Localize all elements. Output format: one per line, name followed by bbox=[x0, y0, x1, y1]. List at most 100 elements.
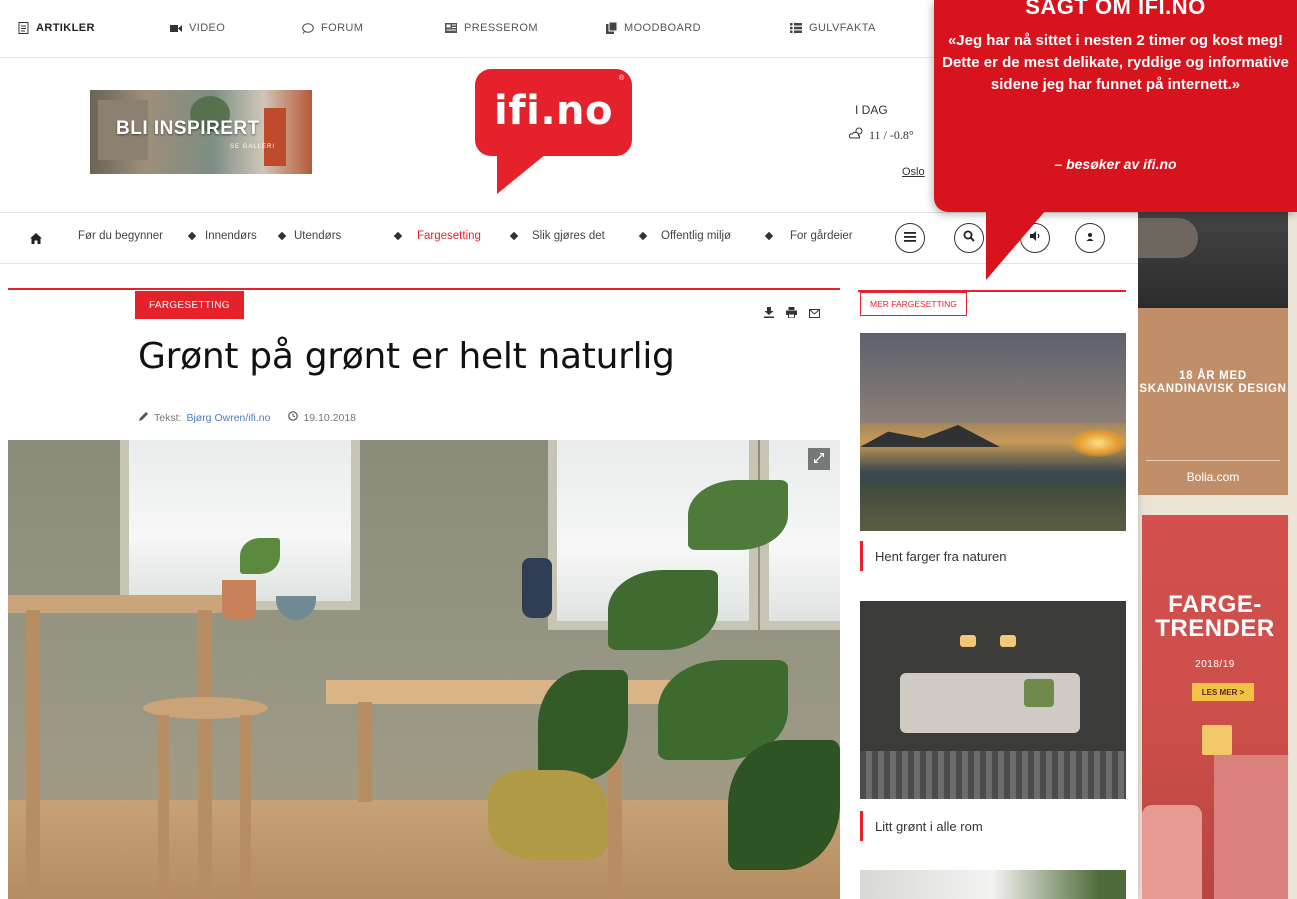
video-icon bbox=[170, 22, 182, 34]
site-logo[interactable]: ifi.no ® bbox=[475, 69, 632, 156]
sidebar-image-third[interactable] bbox=[860, 870, 1126, 899]
expand-button[interactable] bbox=[808, 448, 830, 470]
hero-bench-leg bbox=[358, 702, 372, 802]
sunset-shore bbox=[860, 483, 1126, 531]
search-icon bbox=[963, 229, 975, 247]
document-icon bbox=[17, 22, 29, 34]
registered-mark: ® bbox=[618, 75, 624, 82]
sofa-lamp bbox=[1000, 635, 1016, 647]
trends-ad-chair bbox=[1142, 805, 1202, 899]
print-icon[interactable] bbox=[786, 305, 797, 323]
pencil-icon bbox=[139, 411, 149, 424]
nav-item-outdoors[interactable]: Utendørs bbox=[294, 230, 341, 242]
sidebar-tag[interactable]: MER FARGESETTING bbox=[860, 292, 967, 316]
topnav-item-forum[interactable]: FORUM bbox=[302, 22, 363, 34]
clipboard-icon bbox=[605, 22, 617, 34]
search-button[interactable] bbox=[954, 223, 984, 253]
hero-monstera-leaf bbox=[608, 570, 718, 650]
sofa-rug bbox=[860, 751, 1126, 799]
main-navigation: Før du begynner Innendørs Utendørs Farge… bbox=[0, 212, 1138, 264]
category-tag[interactable]: FARGESETTING bbox=[135, 291, 244, 319]
sunset-sun bbox=[1070, 429, 1126, 457]
home-icon[interactable] bbox=[30, 231, 42, 249]
expand-icon bbox=[813, 450, 825, 468]
topnav-item-floorfacts[interactable]: GULVFAKTA bbox=[790, 22, 876, 34]
bolia-ad[interactable]: 18 ÅR MED SKANDINAVISK DESIGN Bolia.com bbox=[1138, 200, 1288, 495]
topnav-item-label: VIDEO bbox=[189, 22, 226, 34]
article-byline: Tekst: Bjørg Owren/ifi.no 19.10.2018 bbox=[139, 411, 356, 424]
nav-item-before-you-start[interactable]: Før du begynner bbox=[78, 230, 163, 242]
nav-item-indoors[interactable]: Innendørs bbox=[205, 230, 257, 242]
topnav-item-video[interactable]: VIDEO bbox=[170, 22, 225, 34]
bolia-ad-brand: Bolia.com bbox=[1186, 470, 1240, 484]
topnav-item-articles[interactable]: ARTIKLER bbox=[17, 22, 95, 34]
hero-table bbox=[8, 595, 248, 613]
download-icon[interactable] bbox=[764, 305, 774, 323]
hero-stool-leg bbox=[240, 715, 251, 899]
nav-item-public-environment[interactable]: Offentlig miljø bbox=[661, 230, 731, 242]
banner-red-bar bbox=[264, 108, 286, 166]
email-icon[interactable] bbox=[809, 305, 820, 323]
topnav-item-label: PRESSEROM bbox=[464, 22, 538, 34]
chat-icon bbox=[302, 22, 314, 34]
clock-icon bbox=[288, 411, 299, 424]
topnav-item-label: MOODBOARD bbox=[624, 22, 701, 34]
sidebar-item-caption[interactable]: Hent farger fra naturen bbox=[860, 541, 1007, 571]
inspire-banner-ad[interactable]: BLI INSPIRERT SE GALLERI bbox=[90, 90, 312, 174]
weather-city-link[interactable]: Oslo bbox=[902, 166, 925, 178]
color-trends-title: FARGE- TRENDER bbox=[1142, 593, 1288, 641]
list-icon bbox=[790, 22, 802, 34]
article-date: 19.10.2018 bbox=[303, 411, 357, 424]
topnav-item-label: FORUM bbox=[321, 22, 364, 34]
hero-table-leg bbox=[198, 610, 212, 899]
user-button[interactable] bbox=[1075, 223, 1105, 253]
weather-temperature: 11 / -0.8° bbox=[869, 127, 914, 142]
callout-tail bbox=[986, 210, 1046, 280]
nav-item-property-owner[interactable]: For gårdeier bbox=[790, 230, 853, 242]
user-icon bbox=[1085, 229, 1095, 247]
hero-stool-leg bbox=[158, 715, 169, 899]
hero-table-leg bbox=[26, 610, 40, 899]
nav-separator bbox=[638, 231, 648, 241]
sidebar-item-caption[interactable]: Litt grønt i alle rom bbox=[860, 811, 983, 841]
read-more-button[interactable]: LES MER > bbox=[1192, 683, 1254, 701]
sofa-cushion bbox=[1024, 679, 1054, 707]
sunset-sky bbox=[860, 333, 1126, 423]
nav-separator bbox=[187, 231, 197, 241]
menu-button[interactable] bbox=[895, 223, 925, 253]
nav-item-color-setting[interactable]: Fargesetting bbox=[417, 230, 481, 242]
logo-speech-tail bbox=[497, 150, 551, 194]
sofa-lamp bbox=[960, 635, 976, 647]
banner-title: BLI INSPIRERT bbox=[116, 118, 260, 139]
hero-monstera-leaf bbox=[688, 480, 788, 550]
topnav-item-label: GULVFAKTA bbox=[809, 22, 876, 34]
article-headline: Grønt på grønt er helt naturlig bbox=[138, 336, 675, 377]
topnav-item-moodboard[interactable]: MOODBOARD bbox=[605, 22, 701, 34]
callout-heading: SAGT OM IFI.NO bbox=[1025, 0, 1206, 19]
hero-monstera-leaf bbox=[538, 670, 628, 780]
testimonial-callout: SAGT OM IFI.NO «Jeg har nå sittet i nest… bbox=[934, 0, 1297, 212]
nav-item-how-its-done[interactable]: Slik gjøres det bbox=[532, 230, 605, 242]
hamburger-icon bbox=[904, 229, 916, 247]
nav-separator bbox=[509, 231, 519, 241]
nav-separator bbox=[393, 231, 403, 241]
sunset-mountains bbox=[860, 425, 1000, 447]
cloud-sun-icon bbox=[848, 127, 865, 143]
hero-pot bbox=[222, 580, 256, 620]
callout-quote: «Jeg har nå sittet i nesten 2 timer og k… bbox=[942, 32, 1289, 93]
trends-ad-cabinet bbox=[1214, 755, 1288, 899]
weather-label: I DAG bbox=[855, 103, 888, 117]
nav-separator bbox=[764, 231, 774, 241]
callout-source: – besøker av ifi.no bbox=[1054, 156, 1177, 172]
topnav-item-pressroom[interactable]: PRESSEROM bbox=[445, 22, 538, 34]
hero-throw-blanket bbox=[488, 770, 608, 860]
color-trends-ad[interactable]: FARGE- TRENDER 2018/19 LES MER > bbox=[1142, 515, 1288, 899]
sidebar-image-sofa[interactable] bbox=[860, 601, 1126, 799]
sidebar-image-sunset[interactable] bbox=[860, 333, 1126, 531]
hero-image[interactable] bbox=[8, 440, 840, 899]
bolia-ad-chair bbox=[1138, 218, 1198, 258]
author-link[interactable]: Bjørg Owren/ifi.no bbox=[186, 412, 270, 424]
byline-prefix: Tekst: bbox=[154, 411, 182, 424]
bolia-ad-divider bbox=[1146, 460, 1280, 461]
article-top-rule bbox=[8, 288, 840, 290]
